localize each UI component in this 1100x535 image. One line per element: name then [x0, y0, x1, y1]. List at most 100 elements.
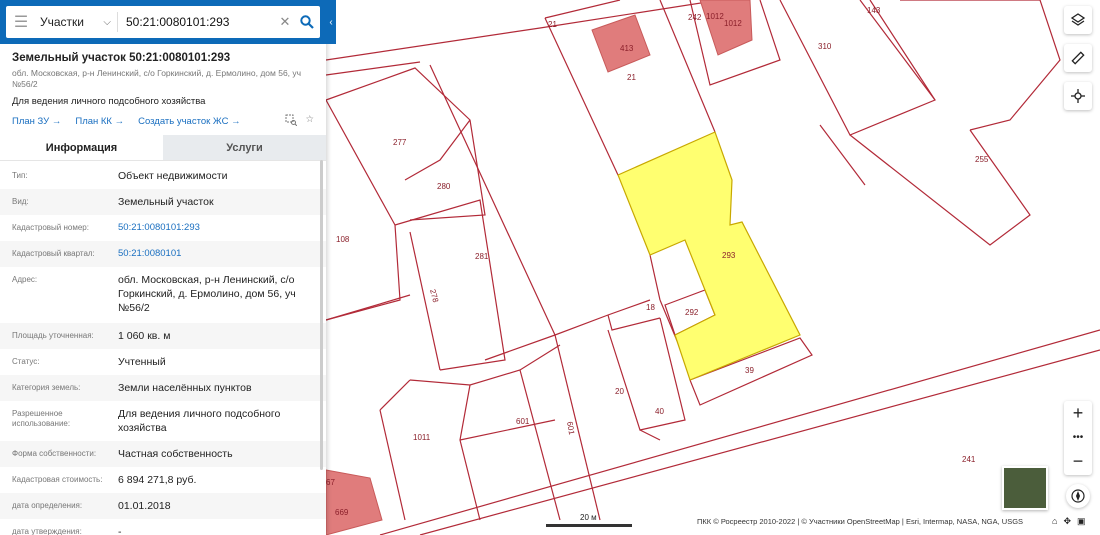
zoom-in-button[interactable]: +	[1064, 401, 1092, 425]
more-icon[interactable]: •••	[1064, 425, 1092, 449]
tab-services[interactable]: Услуги	[163, 135, 326, 160]
object-address: обл. Московская, р-н Ленинский, с/о Горк…	[12, 68, 302, 89]
tab-info[interactable]: Информация	[0, 135, 163, 160]
parcel-label: 21	[548, 20, 557, 29]
info-row: Разрешенное использование: Для ведения ли…	[0, 401, 326, 441]
layers-button[interactable]	[1064, 6, 1092, 34]
crosshair-icon	[1071, 89, 1085, 103]
object-use: Для ведения личного подсобного хозяйства	[12, 96, 206, 107]
zoom-out-button[interactable]: −	[1064, 449, 1092, 473]
home-icon[interactable]: ⌂	[1052, 516, 1057, 527]
move-icon[interactable]: ✥	[1063, 516, 1071, 527]
parcel-label: 277	[393, 138, 407, 147]
parcel-boundary	[379, 409, 406, 521]
info-key: Кадастровый номер:	[12, 223, 89, 232]
info-key: Статус:	[12, 357, 40, 366]
bottom-toolbar: ⌂ ✥ ▣	[1052, 516, 1086, 527]
parcel-boundary	[429, 64, 556, 336]
info-key: дата утверждения:	[12, 527, 82, 535]
tab-bar: Информация Услуги	[0, 135, 326, 161]
info-panel: ☰ Участки ⌵ 50:21:0080101:293 ✕ Земельны…	[0, 0, 326, 535]
info-value: обл. Московская, р-н Ленинский, с/о Горк…	[118, 274, 296, 314]
parcel-label: 281	[475, 252, 489, 261]
create-zs-link[interactable]: Создать участок ЖС →	[138, 116, 240, 127]
parcel-label: 1012	[724, 19, 742, 28]
cadastral-quarter-link[interactable]: 50:21:0080101	[118, 245, 314, 261]
parcel-label: 143	[867, 6, 881, 15]
parcel-label: 601	[565, 421, 576, 436]
parcel-boundary	[459, 384, 481, 521]
info-value: Земельный участок	[118, 196, 214, 208]
parcel-boundary	[779, 0, 936, 136]
search-input[interactable]: 50:21:0080101:293	[118, 15, 276, 29]
info-row: Кадастровая стоимость: 6 894 271,8 руб.	[0, 467, 326, 493]
menu-icon[interactable]: ☰	[6, 6, 36, 38]
plan-kk-link[interactable]: План КК →	[75, 116, 124, 127]
parcel-boundary	[544, 0, 621, 19]
info-key: Кадастровый квартал:	[12, 249, 95, 258]
info-value: 1 060 кв. м	[118, 330, 171, 342]
category-select[interactable]: Участки ⌵	[36, 12, 118, 32]
info-value: Земли населённых пунктов	[118, 382, 252, 394]
scale-line	[546, 524, 632, 527]
plan-zu-link[interactable]: План ЗУ →	[12, 116, 61, 127]
info-row: Адрес: обл. Московская, р-н Ленинский, с/…	[0, 267, 326, 323]
parcel-boundary	[394, 199, 506, 371]
map-attribution: ПКК © Росреестр 2010-2022 | © Участники …	[697, 517, 1024, 526]
star-icon[interactable]: ☆	[305, 114, 314, 129]
info-value: 6 894 271,8 руб.	[118, 474, 197, 486]
info-row: Тип: Объект недвижимости	[0, 163, 326, 189]
parcel-label: 278	[428, 288, 440, 304]
compass-icon	[1071, 489, 1085, 503]
info-value: -	[118, 526, 122, 535]
parcel-boundary	[607, 317, 686, 431]
parcel-boundary	[859, 0, 936, 101]
parcel-boundary	[325, 294, 411, 321]
info-key: Площадь уточненная:	[12, 331, 94, 340]
parcel-label: 21	[627, 73, 636, 82]
info-row: Категория земель: Земли населённых пункто…	[0, 375, 326, 401]
locate-button[interactable]	[1064, 82, 1092, 110]
parcel-label: 242	[688, 13, 702, 22]
scrollbar[interactable]	[320, 160, 323, 470]
parcel-boundary	[325, 61, 421, 76]
parcel-boundary	[649, 254, 661, 301]
search-bar: ☰ Участки ⌵ 50:21:0080101:293 ✕	[0, 0, 326, 44]
zoom-control: + ••• −	[1064, 401, 1092, 475]
compass-button[interactable]	[1066, 484, 1090, 508]
parcel-label: 601	[516, 417, 530, 426]
search-icon[interactable]	[294, 15, 320, 29]
info-key: Категория земель:	[12, 383, 81, 392]
layers-icon	[1070, 13, 1086, 26]
scale-bar: 20 м	[546, 513, 632, 527]
info-value: Частная собственность	[118, 448, 233, 460]
info-key: Тип:	[12, 171, 28, 180]
clear-icon[interactable]: ✕	[276, 14, 294, 30]
collapse-panel-button[interactable]: ‹	[326, 0, 336, 44]
parcel-boundary	[639, 429, 661, 441]
parcel-label: 1011	[413, 433, 431, 442]
selected-parcel-293[interactable]	[617, 131, 801, 381]
parcel-boundary	[849, 129, 1031, 246]
info-row: Форма собственности: Частная собственност…	[0, 441, 326, 467]
parcel-boundary	[379, 379, 411, 411]
cadastral-number-link[interactable]: 50:21:0080101:293	[118, 219, 314, 235]
parcel-boundary	[607, 314, 661, 331]
parcel-label: 67	[326, 478, 335, 487]
info-row: дата утверждения: -	[0, 519, 326, 535]
parcel-label: 280	[437, 182, 451, 191]
select-icon[interactable]	[285, 114, 298, 129]
parcel-boundary	[459, 419, 556, 441]
chevron-down-icon: ⌵	[103, 16, 111, 28]
basemap-switcher[interactable]	[1002, 466, 1048, 510]
info-table: Тип: Объект недвижимости Вид: Земельный уч…	[0, 161, 326, 535]
info-value: Для ведения личного подсобного хозяйства	[118, 408, 281, 434]
parcel-boundary	[519, 369, 561, 521]
parcel-boundary	[409, 344, 561, 386]
fullscreen-icon[interactable]: ▣	[1077, 516, 1086, 527]
measure-button[interactable]	[1064, 44, 1092, 72]
info-row: Кадастровый квартал: 50:21:0080101	[0, 241, 326, 267]
parcel-label: 292	[685, 308, 699, 317]
parcel-boundary	[325, 99, 401, 321]
info-row: Кадастровый номер: 50:21:0080101:293	[0, 215, 326, 241]
